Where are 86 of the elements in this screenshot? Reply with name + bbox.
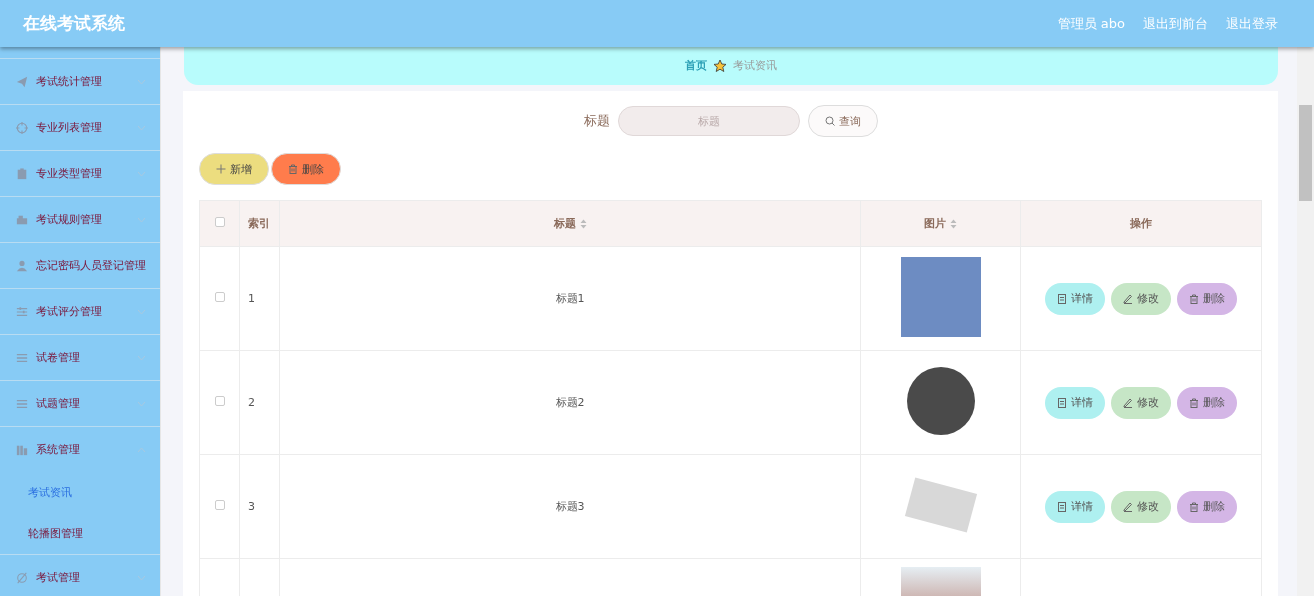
row-checkbox[interactable] [214,292,225,302]
chevron-down-icon [137,400,146,407]
column-header[interactable]: 图片 [924,217,946,230]
sidebar-item[interactable]: 忘记密码人员登记管理 [0,242,160,288]
chevron-down-icon [137,574,146,581]
search-label: 标题 [583,112,610,130]
trash-icon [288,164,298,174]
sidebar-item[interactable]: 考试管理 [0,554,160,596]
sidebar-item[interactable]: 专业类型管理 [0,150,160,196]
chevron-down-icon [137,216,146,223]
sidebar-item[interactable]: 专业列表管理 [0,104,160,150]
column-header: 操作 [1130,217,1152,230]
table-cell: 3 [248,500,255,513]
sidebar-item-label: 系统管理 [36,442,81,457]
sidebar-item[interactable]: 试题管理 [0,380,160,426]
star-icon [713,59,727,73]
table-cell: 标题3 [555,500,585,513]
paper-plane-icon [16,75,28,88]
app-title: 在线考试系统 [23,12,126,35]
breadcrumb-current: 考试资讯 [733,58,777,73]
briefcase-icon [16,213,28,226]
crosshair-icon [16,121,28,134]
table-cell: 2 [248,396,255,409]
document-icon [1057,501,1067,512]
pencil-icon [1123,397,1133,408]
sidebar-item-label: 考试规则管理 [36,212,103,227]
column-header: 索引 [248,217,270,230]
trash-icon [1189,501,1199,512]
trash-icon [1189,397,1199,408]
scrollbar[interactable] [1297,47,1314,596]
document-icon [1057,397,1067,408]
chevron-down-icon [137,308,146,315]
trash-icon [1189,293,1199,304]
chevron-down-icon [137,124,146,131]
details-button[interactable]: 详情 [1045,490,1105,523]
list-icon [16,397,28,410]
edit-button[interactable]: 修改 [1111,282,1171,315]
sidebar-item-label: 试题管理 [36,396,81,411]
search-button[interactable]: 查询 [807,105,878,137]
bar-chart-icon [16,443,28,456]
sort-icon[interactable] [579,219,587,229]
details-button[interactable]: 详情 [1045,282,1105,315]
delete-button[interactable]: 删除 [1177,282,1237,315]
delete-button[interactable]: 删除 [1177,386,1237,419]
delete-button[interactable]: 删除 [271,153,341,185]
delete-button[interactable]: 删除 [1177,490,1237,523]
sidebar-item[interactable]: 考试评分管理 [0,288,160,334]
bell-off-icon [16,571,28,584]
document-icon [1057,293,1067,304]
sidebar-subitem[interactable]: 轮播图管理 [0,513,160,554]
sidebar-item[interactable]: 系统管理 [0,426,160,472]
pencil-icon [1123,293,1133,304]
row-checkbox[interactable] [214,500,225,510]
select-all-checkbox[interactable] [214,217,225,227]
list-icon [16,351,28,364]
row-checkbox[interactable] [214,396,225,406]
sliders-icon [16,305,28,318]
add-button[interactable]: 新增 [199,153,269,185]
sidebar-item-label: 考试统计管理 [36,74,103,89]
chevron-down-icon [137,170,146,177]
sidebar-item-label: 忘记密码人员登记管理 [36,258,146,273]
sidebar-item-label: 考试管理 [36,570,81,585]
chevron-up-icon [137,446,146,453]
table-cell: 标题2 [555,396,585,409]
user-icon [16,259,28,272]
sort-icon[interactable] [950,219,957,229]
edit-button[interactable]: 修改 [1111,386,1171,419]
search-icon [824,116,835,126]
table-cell: 1 [248,292,255,305]
details-button[interactable]: 详情 [1045,386,1105,419]
column-header[interactable]: 标题 [553,217,576,230]
sidebar-item-label: 专业类型管理 [36,166,103,181]
sidebar-item[interactable]: 考试统计管理 [0,58,160,104]
table-cell: 标题1 [555,292,585,305]
sidebar-item-label: 专业列表管理 [36,120,103,135]
sidebar-item-label: 试卷管理 [36,350,81,365]
edit-button[interactable]: 修改 [1111,490,1171,523]
sidebar-item-label: 考试评分管理 [36,304,103,319]
sidebar-item[interactable]: 试卷管理 [0,334,160,380]
pencil-icon [1123,501,1133,512]
user-name: 管理员 abo [1057,14,1125,33]
sidebar-item[interactable]: 考试规则管理 [0,196,160,242]
plus-icon [216,164,226,174]
clipboard-icon [16,167,28,180]
chevron-down-icon [137,78,146,85]
chevron-down-icon [137,354,146,361]
